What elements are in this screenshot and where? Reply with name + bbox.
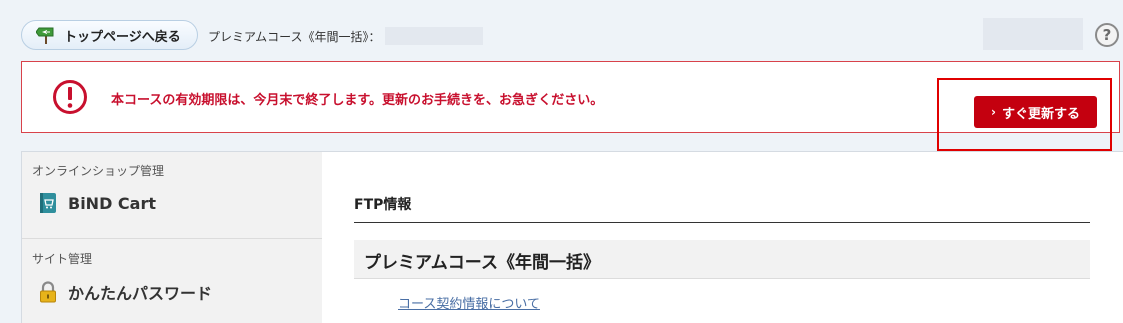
ftp-info-title: FTP情報 <box>354 197 412 213</box>
sidebar-item-label: かんたんパスワード <box>68 284 213 303</box>
sidebar-item-bind-cart[interactable]: BiND Cart <box>38 192 156 214</box>
sidebar-section-shop: オンラインショップ管理 BiND Cart <box>22 152 322 239</box>
sidebar-section-site: サイト管理 かんたんパスワード <box>22 240 322 323</box>
help-icon[interactable]: ? <box>1095 23 1119 47</box>
renew-now-button[interactable]: › すぐ更新する <box>974 96 1097 128</box>
redacted-account-name <box>384 27 483 45</box>
current-course-label: プレミアムコース《年間一括》： <box>208 29 381 44</box>
content-area: FTP情報 プレミアムコース《年間一括》 コース契約情報について <box>322 152 1123 323</box>
expiry-alert-banner: 本コースの有効期限は、今月末で終了します。更新のお手続きを、お急ぎください。 ›… <box>21 61 1120 133</box>
sidebar-heading-shop: オンラインショップ管理 <box>32 164 165 178</box>
top-bar: トップページへ戻る プレミアムコース《年間一括》： ? <box>0 0 1123 60</box>
main-panel: オンラインショップ管理 BiND Cart サイト管理 かんたんパスワード FT… <box>21 151 1123 323</box>
lock-icon <box>38 281 58 303</box>
contract-info-link[interactable]: コース契約情報について <box>398 293 540 312</box>
sidebar-heading-site: サイト管理 <box>32 252 93 266</box>
course-heading-bar: プレミアムコース《年間一括》 <box>354 240 1090 279</box>
course-heading: プレミアムコース《年間一括》 <box>364 253 600 273</box>
chevron-right-icon: › <box>991 105 996 119</box>
sidebar-item-easy-password[interactable]: かんたんパスワード <box>38 280 212 304</box>
back-to-top-button[interactable]: トップページへ戻る <box>21 20 198 50</box>
expiry-alert-message: 本コースの有効期限は、今月末で終了します。更新のお手続きを、お急ぎください。 <box>111 93 604 108</box>
redacted-user-info <box>983 18 1083 50</box>
current-course-line: プレミアムコース《年間一括》： <box>208 27 483 45</box>
help-glyph: ? <box>1102 26 1112 44</box>
section-divider <box>354 222 1090 223</box>
sidebar-item-label: BiND Cart <box>68 193 156 213</box>
warning-circle-icon <box>52 79 88 115</box>
signpost-back-icon <box>36 26 56 44</box>
sidebar: オンラインショップ管理 BiND Cart サイト管理 かんたんパスワード <box>22 152 322 323</box>
renew-button-label: すぐ更新する <box>1001 106 1080 122</box>
back-button-label: トップページへ戻る <box>64 29 181 45</box>
cart-book-icon <box>38 192 58 214</box>
